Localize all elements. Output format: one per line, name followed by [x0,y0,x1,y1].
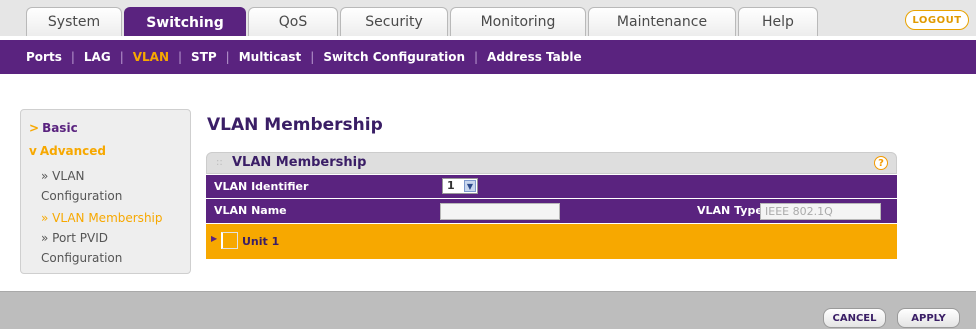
submenu-vlan[interactable]: VLAN [124,50,178,64]
vlan-identifier-row: VLAN Identifier 1 ▼ [206,175,897,198]
vlan-name-label: VLAN Name [214,204,287,217]
bottom-button-bar: CANCEL APPLY [0,291,976,329]
chevron-down-icon: ▼ [464,180,476,192]
submenu-switch-configuration[interactable]: Switch Configuration [314,50,474,64]
left-nav: > Basic v Advanced » VLAN Configuration » … [20,109,191,274]
submenu-stp[interactable]: STP [182,50,226,64]
tab-maintenance[interactable]: Maintenance [588,7,736,36]
expand-arrow-icon[interactable]: ▶ [211,234,217,243]
vlan-type-field: IEEE 802.1Q [760,203,881,220]
nav-basic[interactable]: > Basic [29,121,78,135]
unit-row[interactable]: ▶ Unit 1 [206,224,897,259]
submenu-lag[interactable]: LAG [75,50,120,64]
tab-switching[interactable]: Switching [124,7,246,37]
vlan-name-row: VLAN Name VLAN Type IEEE 802.1Q [206,199,897,223]
nav-expand-icon: v [29,144,37,158]
vlan-name-input[interactable] [440,203,560,220]
nav-advanced[interactable]: v Advanced [29,144,106,158]
nav-item-vlan-configuration[interactable]: » VLAN Configuration [41,166,122,206]
cancel-button[interactable]: CANCEL [823,308,886,328]
page-title: VLAN Membership [207,115,383,135]
tab-system[interactable]: System [26,7,122,36]
tab-help[interactable]: Help [738,7,818,36]
nav-item-port-pvid-configuration[interactable]: » Port PVID Configuration [41,228,122,268]
tab-monitoring[interactable]: Monitoring [450,7,586,36]
submenu-multicast[interactable]: Multicast [230,50,311,64]
apply-button[interactable]: APPLY [897,308,960,328]
logout-button[interactable]: LOGOUT [905,10,969,30]
grip-icon: :: [216,157,223,168]
panel-header: :: VLAN Membership ? [206,152,897,174]
unit-box[interactable] [221,232,238,249]
unit-label: Unit 1 [242,235,280,248]
panel-title: VLAN Membership [232,155,367,170]
vlan-type-label: VLAN Type [697,204,763,217]
vlan-identifier-label: VLAN Identifier [214,180,309,193]
top-tab-bar: System Switching QoS Security Monitoring… [0,0,976,37]
help-icon[interactable]: ? [874,156,888,170]
submenu-address-table[interactable]: Address Table [478,50,591,64]
tab-qos[interactable]: QoS [248,7,338,36]
nav-item-vlan-membership[interactable]: » VLAN Membership [41,208,163,228]
tab-security[interactable]: Security [340,7,448,36]
submenu-ports[interactable]: Ports [26,50,71,64]
vlan-identifier-select[interactable]: 1 ▼ [442,178,478,194]
nav-arrow-icon: > [29,121,40,135]
submenu-bar: Ports | LAG | VLAN | STP | Multicast | Switch… [0,36,976,74]
vlan-membership-panel: :: VLAN Membership ? VLAN Identifier 1 ▼… [206,152,897,261]
